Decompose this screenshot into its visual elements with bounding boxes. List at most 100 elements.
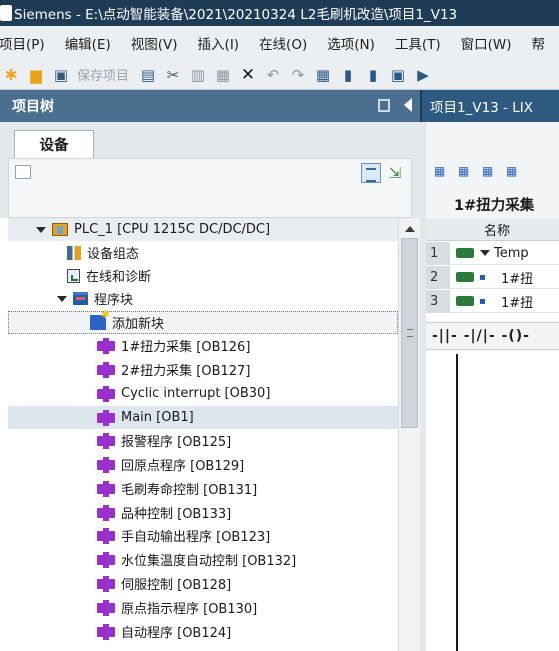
download-icon[interactable]: ▮ xyxy=(337,64,359,86)
tree-item-ob133[interactable]: 品种控制 [OB133] xyxy=(8,501,398,524)
tree-item-online-diagnostics[interactable]: 在线和诊断 xyxy=(8,264,398,287)
cut-icon[interactable]: ✂ xyxy=(162,64,184,86)
interface-pin-icon xyxy=(456,248,474,258)
expand-arrow-icon[interactable] xyxy=(57,295,67,302)
scroll-up-arrow-icon[interactable] xyxy=(405,226,415,232)
collapse-panel-icon[interactable] xyxy=(404,98,412,112)
insert-network-icon[interactable]: ▦ xyxy=(482,164,502,180)
interface-name[interactable]: 1#扭 xyxy=(501,292,533,311)
ob-block-icon xyxy=(97,361,115,378)
delete-row-icon[interactable]: ▦ xyxy=(458,164,478,180)
tree-item-label: 原点指示程序 [OB130] xyxy=(121,602,258,617)
export-icon[interactable]: ⇲ xyxy=(385,163,405,183)
editor-title-tab[interactable]: 项目1_V13 - LIX xyxy=(420,90,559,122)
project-tree-header: 项目树 xyxy=(0,90,420,122)
tree-item-ob123[interactable]: 手自动输出程序 [OB123] xyxy=(8,524,398,547)
ob-block-icon xyxy=(97,409,115,426)
devices-panel: 设备 ⇲ xyxy=(0,122,420,218)
tree-item-ob126[interactable]: 1#扭力采集 [OB126] xyxy=(8,334,398,357)
overview-view-icon[interactable] xyxy=(361,163,381,183)
menu-view[interactable]: 视图(V) xyxy=(131,33,178,53)
tab-devices[interactable]: 设备 xyxy=(14,130,94,158)
tree-item-ob125[interactable]: 报警程序 [OB125] xyxy=(8,429,398,452)
interface-table-header: 名称 xyxy=(426,219,559,241)
ob-block-icon xyxy=(97,599,115,616)
pin-panel-icon[interactable] xyxy=(378,99,390,112)
interface-name[interactable]: Temp xyxy=(494,246,529,261)
tree-item-label: 水位集温度自动控制 [OB132] xyxy=(121,554,297,569)
tree-item-ob129[interactable]: 回原点程序 [OB129] xyxy=(8,453,398,476)
tree-item-label: PLC_1 [CPU 1215C DC/DC/DC] xyxy=(74,222,271,237)
tree-item-ob131[interactable]: 毛刷寿命控制 [OB131] xyxy=(8,477,398,500)
device-config-icon xyxy=(67,245,81,260)
row-number: 2 xyxy=(426,265,450,289)
tia-portal-logo-icon xyxy=(0,5,12,21)
interface-pin-icon xyxy=(456,272,474,282)
tree-item-device-config[interactable]: 设备组态 xyxy=(8,241,398,264)
program-blocks-folder-icon xyxy=(73,292,88,305)
interface-name[interactable]: 1#扭 xyxy=(501,268,533,287)
tree-item-ob128[interactable]: 伺服控制 [OB128] xyxy=(8,572,398,595)
tree-item-label: 程序块 xyxy=(94,293,134,308)
scroll-thumb[interactable] xyxy=(401,238,418,428)
menu-window[interactable]: 窗口(W) xyxy=(461,33,512,53)
ladder-symbols[interactable]: -||- -|/|- -()- xyxy=(432,328,530,344)
menu-insert[interactable]: 插入(I) xyxy=(198,33,240,53)
simulation-icon[interactable]: ▣ xyxy=(387,64,409,86)
copy-icon[interactable]: ▥ xyxy=(187,64,209,86)
menu-edit[interactable]: 编辑(E) xyxy=(65,33,111,53)
menu-help[interactable]: 帮 xyxy=(532,33,546,53)
tree-item-ob130[interactable]: 原点指示程序 [OB130] xyxy=(8,596,398,619)
insert-row-icon[interactable]: ▦ xyxy=(434,164,454,180)
add-device-icon[interactable] xyxy=(15,165,31,179)
menu-tools[interactable]: 工具(T) xyxy=(395,33,441,53)
menu-online[interactable]: 在线(O) xyxy=(259,33,307,53)
add-new-block-icon xyxy=(90,308,110,330)
tree-item-ob132[interactable]: 水位集温度自动控制 [OB132] xyxy=(8,548,398,571)
save-icon[interactable]: ▣ xyxy=(50,64,72,86)
menu-options[interactable]: 选项(N) xyxy=(327,33,375,53)
tree-item-ob30[interactable]: Cyclic interrupt [OB30] xyxy=(8,382,398,405)
expand-arrow-icon[interactable] xyxy=(480,250,490,256)
scroll-grip-icon xyxy=(407,329,413,337)
snapshot-icon[interactable]: ▦ xyxy=(506,164,526,180)
ob-block-icon xyxy=(97,504,115,521)
save-project-button[interactable]: 保存项目 xyxy=(77,65,129,84)
ob-block-icon xyxy=(97,480,115,497)
tree-item-label: 设备组态 xyxy=(87,247,140,262)
compile-icon[interactable]: ▦ xyxy=(312,64,334,86)
delete-icon[interactable]: ✕ xyxy=(237,64,259,86)
expand-arrow-icon[interactable] xyxy=(36,226,46,233)
new-project-icon[interactable]: ✱ xyxy=(0,64,22,86)
interface-row[interactable]: 3 1#扭 xyxy=(426,289,559,313)
menu-project[interactable]: 项目(P) xyxy=(0,33,45,53)
tree-item-main-ob1[interactable]: Main [OB1] xyxy=(8,406,398,429)
tree-item-program-blocks[interactable]: 程序块 xyxy=(8,287,398,310)
tree-scrollbar[interactable] xyxy=(398,218,420,651)
open-project-icon[interactable]: ▆ xyxy=(25,64,47,86)
upload-icon[interactable]: ▮ xyxy=(362,64,384,86)
column-name-header[interactable]: 名称 xyxy=(484,220,510,239)
redo-icon[interactable]: ↷ xyxy=(287,64,309,86)
row-number: 3 xyxy=(426,289,450,313)
tree-item-plc[interactable]: PLC_1 [CPU 1215C DC/DC/DC] xyxy=(8,218,398,241)
tree-item-add-new-block[interactable]: 添加新块 xyxy=(8,308,398,334)
editor-tab-label: 项目1_V13 - LIX xyxy=(430,100,533,116)
undo-icon[interactable]: ↶ xyxy=(262,64,284,86)
tree-item-label: 2#扭力采集 [OB127] xyxy=(121,364,251,379)
tree-item-ob124[interactable]: 自动程序 [OB124] xyxy=(8,620,398,643)
window-title: Siemens - E:\点动智能装备\2021\20210324 L2毛刷机改… xyxy=(14,7,458,23)
plc-icon xyxy=(52,223,68,236)
ob-block-icon xyxy=(97,575,115,592)
menu-bar: 项目(P) 编辑(E) 视图(V) 插入(I) 在线(O) 选项(N) 工具(T… xyxy=(0,26,559,60)
go-online-icon[interactable]: ▶ xyxy=(412,64,434,86)
paste-icon[interactable]: ▦ xyxy=(212,64,234,86)
online-diagnostics-icon xyxy=(67,268,80,283)
tree-item-ob127[interactable]: 2#扭力采集 [OB127] xyxy=(8,358,398,381)
print-icon[interactable]: ▤ xyxy=(137,64,159,86)
tree-item-label: 在线和诊断 xyxy=(86,270,152,285)
main-toolbar: ✱ ▆ ▣ 保存项目 ▤ ✂ ▥ ▦ ✕ ↶ ↷ ▦ ▮ ▮ ▣ ▶ xyxy=(0,60,559,90)
interface-row[interactable]: 1 Temp xyxy=(426,241,559,265)
interface-row[interactable]: 2 1#扭 xyxy=(426,265,559,289)
ob-block-icon xyxy=(97,456,115,473)
